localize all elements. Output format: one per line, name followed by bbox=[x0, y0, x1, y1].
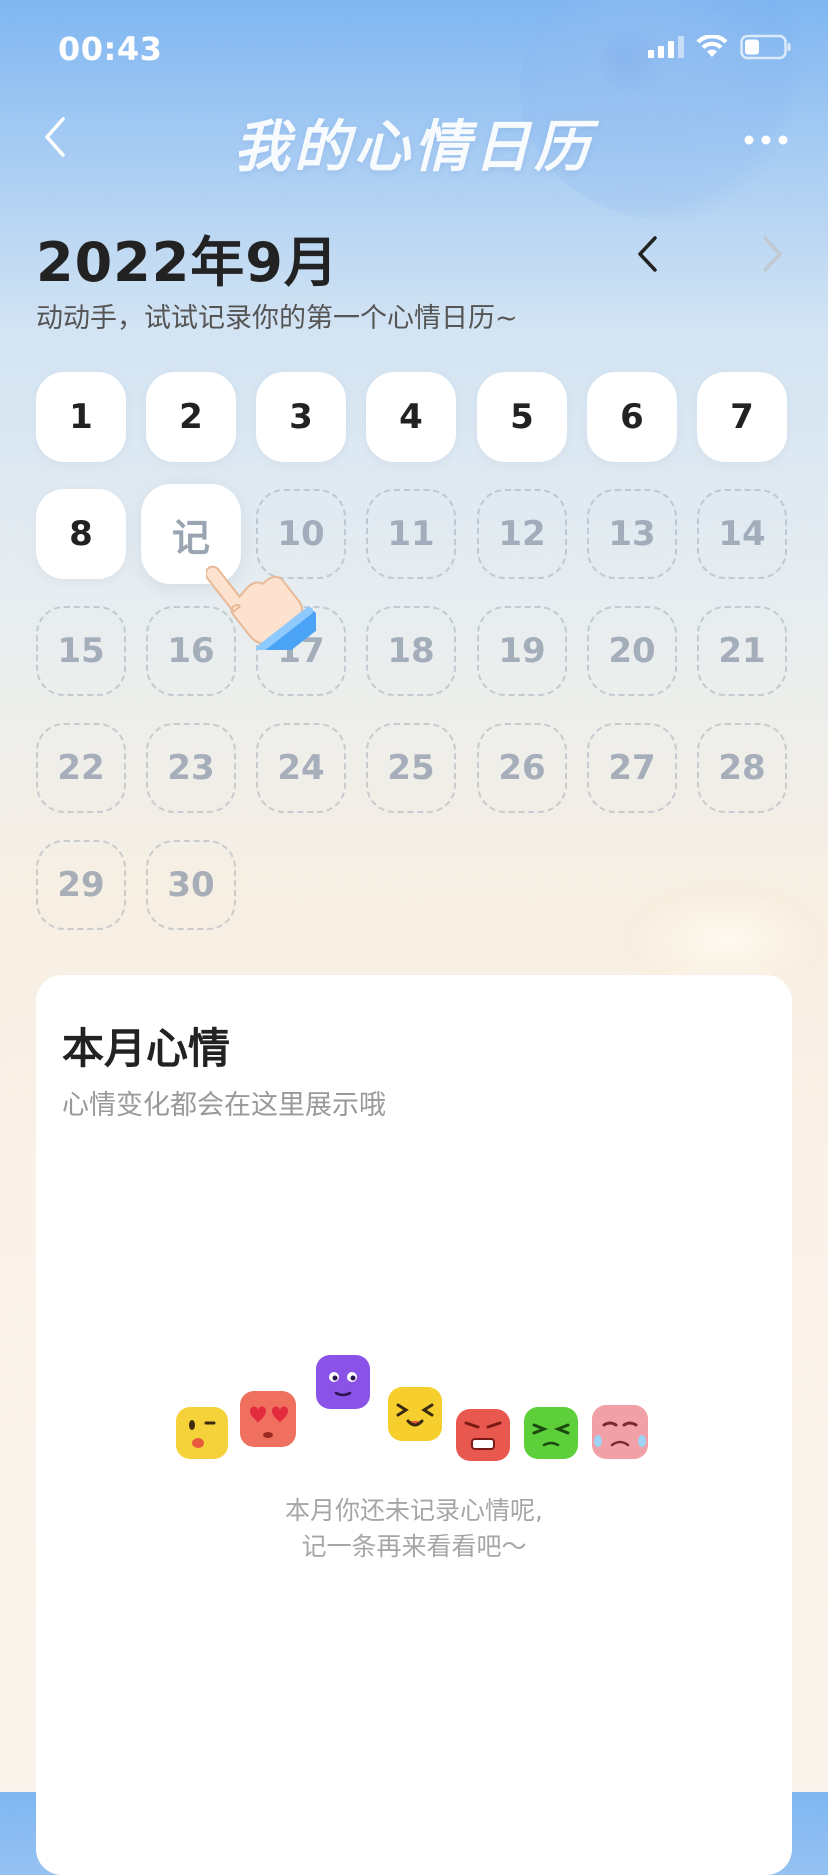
mood-mascots-illustration bbox=[176, 1355, 648, 1461]
calendar-day[interactable]: 8 bbox=[36, 489, 126, 579]
month-title: 2022年9月 bbox=[36, 231, 339, 294]
chevron-left-icon bbox=[638, 236, 657, 272]
mascot-yellow-silly bbox=[176, 1407, 228, 1459]
mascot-yellow-happy bbox=[388, 1387, 442, 1441]
calendar-day-future: 15 bbox=[36, 606, 126, 696]
calendar-day[interactable]: 7 bbox=[697, 372, 787, 462]
mascot-green bbox=[524, 1407, 578, 1459]
calendar-day-future: 12 bbox=[477, 489, 567, 579]
calendar-day-future: 25 bbox=[366, 723, 456, 813]
more-button[interactable] bbox=[738, 120, 794, 160]
calendar-day-future: 18 bbox=[366, 606, 456, 696]
empty-state-line-1: 本月你还未记录心情呢, bbox=[285, 1496, 543, 1525]
empty-state-line-2: 记一条再来看看吧～ bbox=[301, 1532, 527, 1561]
nav-bar: 我的心情日历 bbox=[0, 100, 828, 180]
more-dots-icon bbox=[744, 135, 788, 145]
page-title: 我的心情日历 bbox=[234, 115, 594, 180]
calendar-day[interactable]: 1 bbox=[36, 372, 126, 462]
calendar-day-future: 21 bbox=[697, 606, 787, 696]
calendar-day-future: 14 bbox=[697, 489, 787, 579]
calendar-day-future: 28 bbox=[697, 723, 787, 813]
empty-state-message: 本月你还未记录心情呢, 记一条再来看看吧～ bbox=[36, 1493, 792, 1565]
battery-icon bbox=[740, 34, 791, 60]
calendar-day-future: 11 bbox=[366, 489, 456, 579]
calendar-day-future: 20 bbox=[587, 606, 677, 696]
calendar-day-future: 24 bbox=[256, 723, 346, 813]
card-title: 本月心情 bbox=[62, 1024, 231, 1073]
cellular-signal-icon bbox=[648, 36, 684, 58]
card-subtitle: 心情变化都会在这里展示哦 bbox=[62, 1090, 386, 1121]
calendar-day-future: 13 bbox=[587, 489, 677, 579]
prev-month-button[interactable] bbox=[622, 226, 672, 282]
calendar-day-future: 22 bbox=[36, 723, 126, 813]
calendar-day-future: 19 bbox=[477, 606, 567, 696]
calendar-day[interactable]: 6 bbox=[587, 372, 677, 462]
calendar-day[interactable]: 5 bbox=[477, 372, 567, 462]
monthly-mood-card: 本月心情 心情变化都会在这里展示哦 本月你还未记录心情呢, 记一条再来看看吧～ bbox=[36, 975, 792, 1875]
calendar-day-future: 27 bbox=[587, 723, 677, 813]
wifi-icon bbox=[696, 35, 728, 57]
calendar-day[interactable]: 2 bbox=[146, 372, 236, 462]
calendar-day-future: 29 bbox=[36, 840, 126, 930]
status-icons bbox=[648, 34, 792, 60]
status-time: 00:43 bbox=[58, 30, 163, 68]
mascot-red-love bbox=[240, 1391, 296, 1447]
chevron-right-icon bbox=[763, 236, 782, 272]
calendar-day[interactable]: 3 bbox=[256, 372, 346, 462]
next-month-button[interactable] bbox=[748, 226, 798, 282]
mascot-pink-crying bbox=[592, 1405, 648, 1459]
calendar-day-future: 30 bbox=[146, 840, 236, 930]
month-subtitle: 动动手，试试记录你的第一个心情日历~ bbox=[36, 303, 518, 334]
mascot-purple bbox=[316, 1355, 370, 1409]
mascot-red-angry bbox=[456, 1409, 510, 1461]
calendar-day-future: 23 bbox=[146, 723, 236, 813]
pointing-hand-icon bbox=[206, 565, 316, 650]
status-bar: 00:43 bbox=[0, 0, 828, 100]
calendar-day[interactable]: 4 bbox=[366, 372, 456, 462]
calendar-day-future: 26 bbox=[477, 723, 567, 813]
